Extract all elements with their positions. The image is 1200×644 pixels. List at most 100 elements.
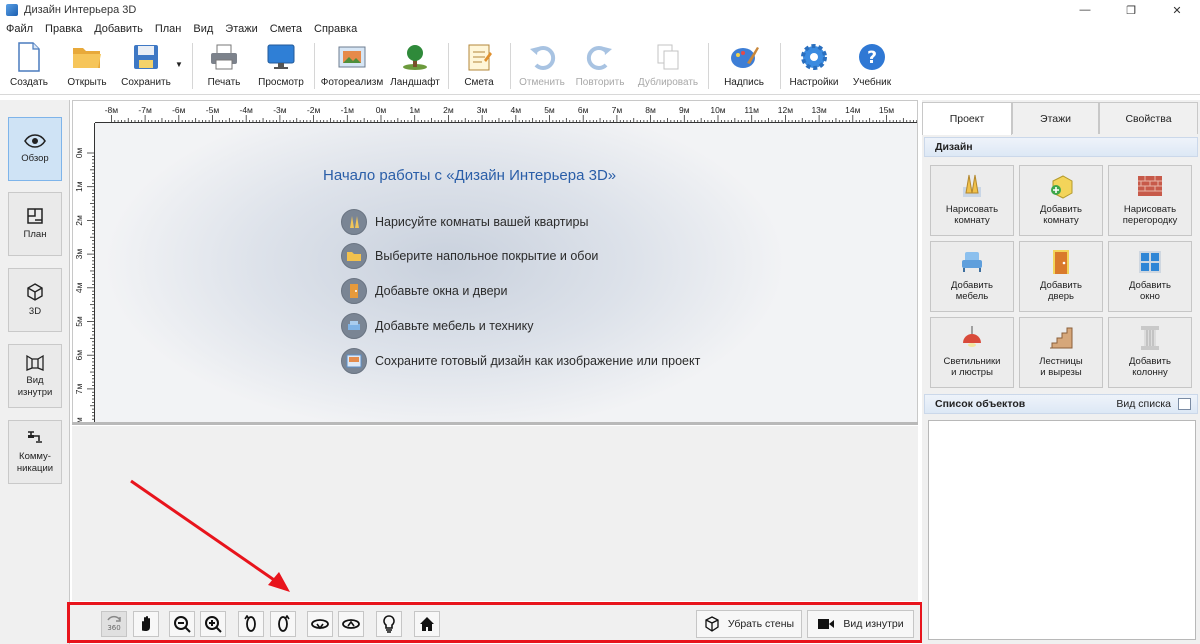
tab-project[interactable]: Проект — [922, 102, 1012, 135]
add-door-button[interactable]: Добавить дверь — [1019, 241, 1103, 312]
tilt-up-button[interactable] — [307, 611, 333, 637]
help-icon: ? — [856, 41, 888, 73]
inside-view-toggle-button[interactable]: Вид изнутри — [807, 610, 914, 638]
objects-list[interactable] — [928, 420, 1196, 640]
tutorial-button[interactable]: ? Учебник — [848, 41, 896, 93]
menu-help[interactable]: Справка — [314, 23, 357, 35]
minimize-button[interactable]: — — [1062, 0, 1108, 20]
ruler-top-label: 9м — [679, 105, 690, 115]
ruler-left-label: 6м — [74, 350, 84, 361]
duplicate-button[interactable]: Дублировать — [634, 41, 702, 93]
rotate-right-button[interactable] — [270, 611, 296, 637]
redo-button[interactable]: Повторить — [572, 41, 628, 93]
objects-list-header: Список объектов Вид списка — [924, 394, 1198, 414]
ruler-top-label: 13м — [811, 105, 826, 115]
caption-button[interactable]: Надпись — [720, 41, 768, 93]
save-dropdown-icon[interactable]: ▼ — [175, 60, 183, 69]
open-button[interactable]: Открыть — [62, 41, 112, 93]
menu-add[interactable]: Добавить — [94, 23, 143, 35]
menu-floors[interactable]: Этажи — [225, 23, 257, 35]
landscape-button[interactable]: Ландшафт — [388, 41, 442, 93]
menu-file[interactable]: Файл — [6, 23, 33, 35]
menu-plan[interactable]: План — [155, 23, 182, 35]
pan-button[interactable] — [133, 611, 159, 637]
floor-plan-icon — [27, 208, 43, 224]
ruler-top: -8м -7м -6м -5м -4м -3м -2м -1м 0м 1м 2м 3м 4м 5м 6м 7м… — [73, 101, 917, 123]
preview-button[interactable]: Просмотр — [256, 41, 306, 93]
new-document-icon — [13, 41, 45, 73]
add-window-button[interactable]: Добавить окно — [1108, 241, 1192, 312]
rotate-360-button[interactable]: 360 — [101, 611, 127, 637]
settings-button[interactable]: Настройки — [786, 41, 842, 93]
ruler-top-label: 11м — [744, 105, 759, 115]
home-view-button[interactable] — [414, 611, 440, 637]
ruler-corner — [73, 101, 95, 123]
rotate-left-button[interactable] — [238, 611, 264, 637]
tilt-down-icon — [342, 619, 360, 629]
zoom-out-button[interactable] — [169, 611, 195, 637]
printer-icon — [208, 41, 240, 73]
pencils-icon — [958, 172, 986, 200]
list-view-toggle[interactable]: Вид списка — [1116, 398, 1171, 410]
menu-edit[interactable]: Правка — [45, 23, 82, 35]
communications-button[interactable]: Комму-никации — [8, 420, 62, 484]
ruler-top-label: 10м — [710, 105, 725, 115]
add-furniture-button[interactable]: Добавить мебель — [930, 241, 1014, 312]
estimate-button[interactable]: Смета — [458, 41, 500, 93]
view-splitter[interactable] — [72, 422, 918, 425]
chandelier-icon — [958, 324, 986, 352]
ruler-top-label: 2м — [443, 105, 454, 115]
right-tabs: Проект Этажи Свойства — [922, 102, 1198, 135]
welcome-step[interactable]: Сохраните готовый дизайн как изображение… — [341, 348, 700, 374]
lights-button[interactable]: Светильники и люстры — [930, 317, 1014, 388]
tab-floors[interactable]: Этажи — [1012, 102, 1099, 134]
print-button[interactable]: Печать — [202, 41, 246, 93]
3d-view-area[interactable] — [72, 426, 918, 601]
tilt-down-button[interactable] — [338, 611, 364, 637]
ruler-top-label: -8м — [105, 105, 119, 115]
save-button[interactable]: Сохранить — [118, 41, 174, 93]
welcome-step[interactable]: Нарисуйте комнаты вашей квартиры — [341, 209, 588, 235]
add-room-button[interactable]: Добавить комнату — [1019, 165, 1103, 236]
folder-icon — [341, 243, 367, 269]
restore-button[interactable]: ❐ — [1108, 0, 1154, 20]
draw-partition-button[interactable]: Нарисовать перегородку — [1108, 165, 1192, 236]
zoom-in-button[interactable] — [200, 611, 226, 637]
plan-area[interactable]: -8м -7м -6м -5м -4м -3м -2м -1м 0м 1м 2м 3м 4м 5м 6м 7м… — [72, 100, 918, 425]
lighting-button[interactable] — [376, 611, 402, 637]
plan-button[interactable]: План — [8, 192, 62, 256]
column-icon — [1136, 324, 1164, 352]
tilt-up-icon — [311, 619, 329, 630]
ruler-top-label: 4м — [511, 105, 522, 115]
menu-bar: Файл Правка Добавить План Вид Этажи Смет… — [0, 20, 1200, 38]
plan-canvas[interactable]: Начало работы с «Дизайн Интерьера 3D» На… — [95, 123, 917, 424]
remove-walls-button[interactable]: Убрать стены — [696, 610, 802, 638]
stairs-button[interactable]: Лестницы и вырезы — [1019, 317, 1103, 388]
menu-estimate[interactable]: Смета — [270, 23, 302, 35]
overview-button[interactable]: Обзор — [8, 117, 62, 181]
add-column-button[interactable]: Добавить колонну — [1108, 317, 1192, 388]
welcome-step[interactable]: Добавьте мебель и технику — [341, 313, 534, 339]
rotate-right-icon — [278, 615, 290, 632]
ruler-top-label: 6м — [578, 105, 589, 115]
undo-button[interactable]: Отменить — [516, 41, 568, 93]
close-button[interactable]: ✕ — [1154, 0, 1200, 20]
photorealism-button[interactable]: Фотореализм — [318, 41, 386, 93]
list-view-icon[interactable] — [1178, 398, 1191, 410]
main-toolbar: Создать Открыть Сохранить ▼ Печать Просм… — [0, 38, 1200, 95]
menu-view[interactable]: Вид — [193, 23, 213, 35]
view-3d-button[interactable]: 3D — [8, 268, 62, 332]
save-image-icon — [341, 348, 367, 374]
ruler-left-label: 4м — [74, 282, 84, 293]
welcome-step[interactable]: Выберите напольное покрытие и обои — [341, 243, 598, 269]
ruler-top-label: -1м — [341, 105, 355, 115]
draw-room-button[interactable]: Нарисовать комнату — [930, 165, 1014, 236]
ruler-top-label: 15м — [879, 105, 894, 115]
create-button[interactable]: Создать — [8, 41, 50, 93]
inside-view-button[interactable]: Вид изнутри — [8, 344, 62, 408]
ruler-top-label: 3м — [477, 105, 488, 115]
tab-properties[interactable]: Свойства — [1099, 102, 1198, 134]
app-icon — [6, 4, 18, 16]
ruler-left-label: 0м — [74, 148, 84, 159]
welcome-step[interactable]: Добавьте окна и двери — [341, 278, 507, 304]
